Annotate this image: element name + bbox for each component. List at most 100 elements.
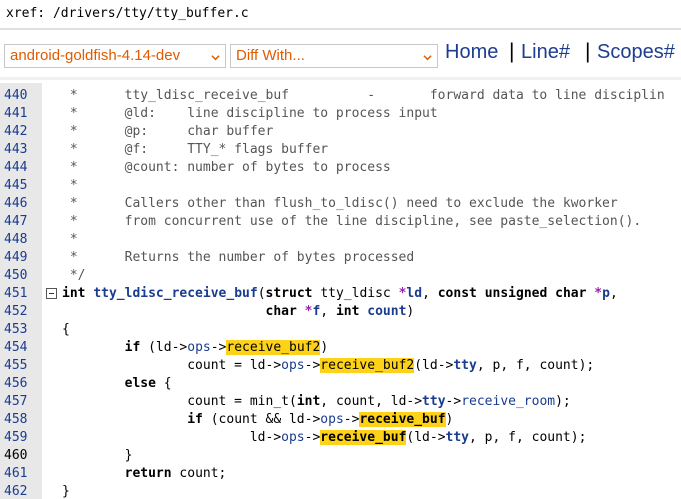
- code-line: 440 * tty_ldisc_receive_buf - forward da…: [0, 87, 681, 105]
- code-line: 460 }: [0, 447, 681, 465]
- code-token[interactable]: ops: [281, 358, 304, 373]
- code-token: struct: [265, 286, 321, 301]
- home-link[interactable]: Home: [445, 41, 498, 64]
- line-number[interactable]: 443: [4, 142, 27, 157]
- code-token[interactable]: tty: [446, 430, 469, 445]
- code-token: ,: [422, 286, 438, 301]
- code-text: */: [62, 268, 86, 283]
- search-highlight[interactable]: receive_buf: [320, 430, 407, 445]
- code-token[interactable]: count: [367, 304, 406, 319]
- line-number[interactable]: 441: [4, 106, 27, 121]
- line-number[interactable]: 458: [4, 412, 27, 427]
- code-text: ld->ops->receive_buf(ld->tty, p, f, coun…: [62, 430, 586, 445]
- code-token: const unsigned char: [437, 286, 595, 301]
- code-line: 446 * Callers other than flush_to_ldisc(…: [0, 195, 681, 213]
- code-comment: */: [62, 268, 86, 283]
- code-token: count = ld->: [62, 358, 282, 373]
- code-token: tty_ldisc: [320, 286, 399, 301]
- code-token[interactable]: tty: [453, 358, 476, 373]
- search-highlight[interactable]: receive_buf2: [226, 340, 321, 355]
- code-token[interactable]: ops: [281, 430, 304, 445]
- code-token: ->: [343, 412, 360, 427]
- line-number[interactable]: 442: [4, 124, 27, 139]
- fold-toggle-icon[interactable]: [46, 288, 57, 299]
- line-link[interactable]: Line#: [521, 41, 570, 64]
- code-comment: * Returns the number of bytes processed: [62, 250, 415, 265]
- code-text: int tty_ldisc_receive_buf(struct tty_ldi…: [62, 286, 618, 301]
- line-number[interactable]: 457: [4, 394, 27, 409]
- code-token: (ld->: [148, 340, 188, 355]
- scopes-link[interactable]: Scopes#: [597, 41, 675, 64]
- code-line: 443 * @f: TTY_* flags buffer: [0, 141, 681, 159]
- code-text: *: [62, 232, 78, 247]
- line-number[interactable]: 446: [4, 196, 27, 211]
- code-line: 441 * @ld: line discipline to process in…: [0, 105, 681, 123]
- diff-select-value: Diff With...: [236, 47, 305, 64]
- diff-with-select[interactable]: Diff With...: [230, 44, 438, 68]
- code-token: (: [257, 286, 266, 301]
- code-text: * @p: char buffer: [62, 124, 274, 139]
- line-number[interactable]: 449: [4, 250, 27, 265]
- code-token: ld->: [62, 430, 282, 445]
- code-comment: * Callers other than flush_to_ldisc() ne…: [62, 196, 618, 211]
- code-comment: *: [62, 232, 78, 247]
- code-token: else: [124, 376, 164, 391]
- code-token: ): [320, 340, 329, 355]
- line-number[interactable]: 444: [4, 160, 27, 175]
- code-line: 451 int tty_ldisc_receive_buf(struct tty_…: [0, 285, 681, 303]
- code-line: 462}: [0, 483, 681, 499]
- code-token: count;: [179, 466, 227, 481]
- code-text: * @count: number of bytes to process: [62, 160, 391, 175]
- line-number[interactable]: 462: [4, 484, 27, 499]
- code-token[interactable]: ops: [320, 412, 343, 427]
- line-number[interactable]: 461: [4, 466, 27, 481]
- line-number[interactable]: 445: [4, 178, 27, 193]
- code-token: (ld->: [406, 430, 446, 445]
- line-number[interactable]: 448: [4, 232, 27, 247]
- code-token[interactable]: tty: [422, 394, 445, 409]
- code-token: ->: [304, 430, 321, 445]
- code-line: 450 */: [0, 267, 681, 285]
- line-number[interactable]: 454: [4, 340, 27, 355]
- code-text: * @ld: line discipline to process input: [62, 106, 438, 121]
- line-number[interactable]: 460: [4, 448, 27, 463]
- code-text: {: [62, 322, 70, 337]
- line-number[interactable]: 440: [4, 88, 27, 103]
- search-highlight[interactable]: receive_buf2: [320, 358, 415, 373]
- line-number[interactable]: 451: [4, 286, 27, 301]
- code-token[interactable]: p: [602, 286, 610, 301]
- code-token[interactable]: receive_room: [461, 394, 555, 409]
- line-number[interactable]: 459: [4, 430, 27, 445]
- code-line: 458 if (count && ld->ops->receive_buf): [0, 411, 681, 429]
- code-token: );: [555, 394, 571, 409]
- code-token: if: [124, 340, 149, 355]
- line-number[interactable]: 447: [4, 214, 27, 229]
- code-token[interactable]: tty_ldisc_receive_buf: [93, 286, 257, 301]
- code-token: return: [124, 466, 180, 481]
- line-number[interactable]: 450: [4, 268, 27, 283]
- code-token: , p, f, count);: [469, 430, 587, 445]
- code-token[interactable]: ops: [187, 340, 210, 355]
- code-comment: * @count: number of bytes to process: [62, 160, 391, 175]
- code-token: , count, ld->: [320, 394, 423, 409]
- code-text: }: [62, 448, 133, 463]
- code-text: * from concurrent use of the line discip…: [62, 214, 641, 229]
- code-comment: * from concurrent use of the line discip…: [62, 214, 642, 229]
- code-text: count = min_t(int, count, ld->tty->recei…: [62, 394, 571, 409]
- line-number[interactable]: 456: [4, 376, 27, 391]
- branch-select[interactable]: android-goldfish-4.14-dev: [4, 44, 226, 68]
- code-view: 440 * tty_ldisc_receive_buf - forward da…: [0, 83, 681, 499]
- code-text: * Callers other than flush_to_ldisc() ne…: [62, 196, 618, 211]
- search-highlight[interactable]: receive_buf: [359, 412, 446, 427]
- line-number[interactable]: 453: [4, 322, 27, 337]
- code-token[interactable]: ld: [406, 286, 422, 301]
- line-number[interactable]: 455: [4, 358, 27, 373]
- code-text: return count;: [62, 466, 227, 481]
- code-line: 448 *: [0, 231, 681, 249]
- code-token: ): [406, 304, 415, 319]
- code-text: * @f: TTY_* flags buffer: [62, 142, 328, 157]
- line-number[interactable]: 452: [4, 304, 27, 319]
